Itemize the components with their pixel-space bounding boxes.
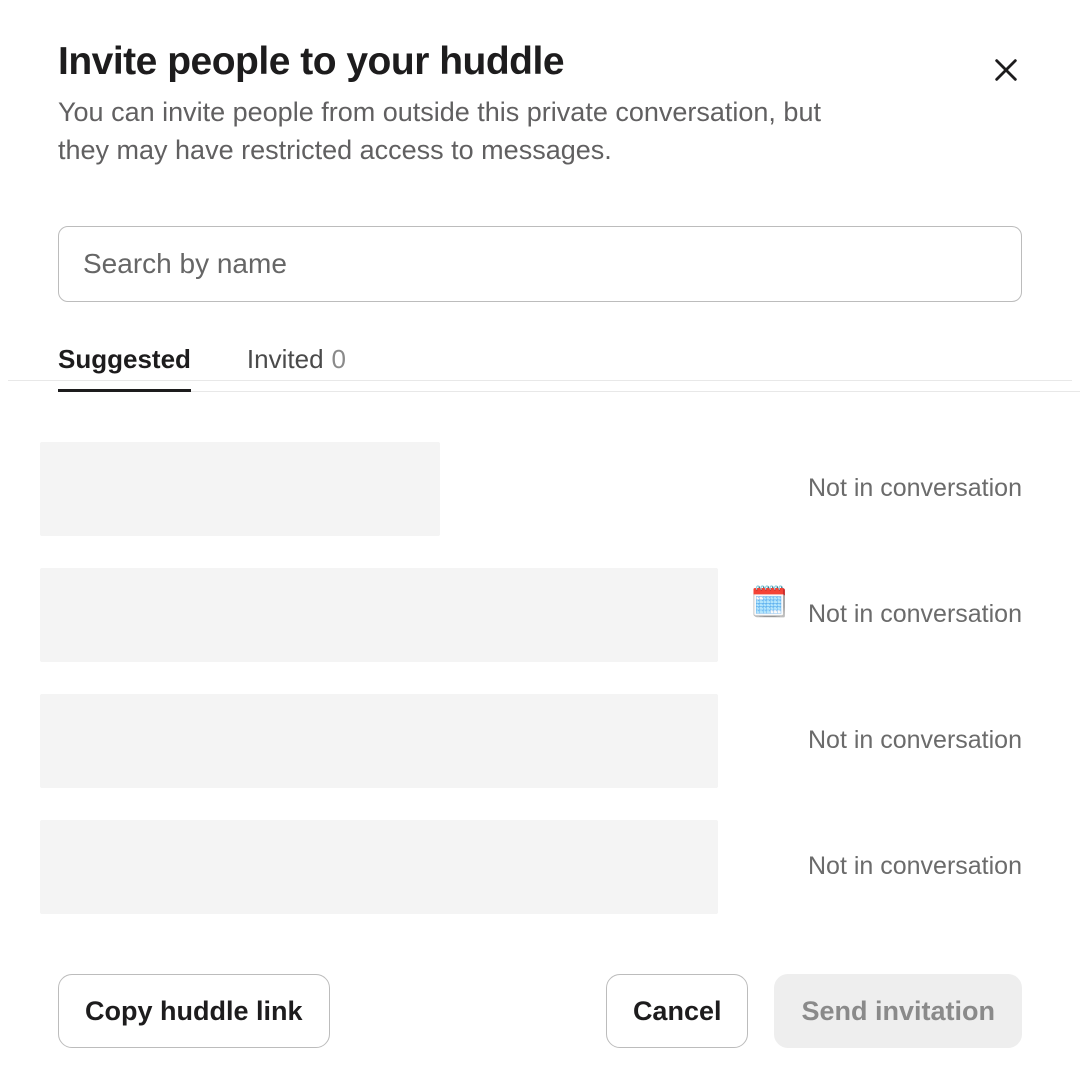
list-item-meta: 🗓️Not in conversation — [751, 600, 1022, 630]
modal-header: Invite people to your huddle You can inv… — [58, 40, 1022, 170]
tabs-divider — [8, 380, 1072, 381]
list-item-meta: Not in conversation — [808, 474, 1022, 503]
tab-suggested-label: Suggested — [58, 344, 191, 375]
send-invitation-button[interactable]: Send invitation — [774, 974, 1022, 1048]
tab-suggested[interactable]: Suggested — [58, 344, 191, 392]
list-item[interactable]: Not in conversation — [40, 820, 1022, 914]
search-wrap — [58, 226, 1022, 302]
list-item[interactable]: Not in conversation — [40, 442, 1022, 536]
search-input[interactable] — [58, 226, 1022, 302]
user-placeholder — [40, 694, 718, 788]
tab-invited-label: Invited — [247, 344, 324, 375]
list-item-status: Not in conversation — [808, 852, 1022, 881]
copy-huddle-link-button[interactable]: Copy huddle link — [58, 974, 330, 1048]
tab-invited-count: 0 — [332, 344, 346, 375]
spiral_calendar-icon: 🗓️ — [751, 588, 788, 618]
cancel-button[interactable]: Cancel — [606, 974, 749, 1048]
close-button[interactable] — [984, 48, 1028, 92]
invite-modal: Invite people to your huddle You can inv… — [0, 0, 1080, 1080]
user-placeholder — [40, 820, 718, 914]
suggestion-list: Not in conversation 🗓️ Not in conversation… — [40, 442, 1022, 914]
list-item[interactable]: Not in conversation — [40, 694, 1022, 788]
tabs: Suggested Invited 0 — [58, 344, 1080, 392]
list-item-status: Not in conversation — [808, 600, 1022, 629]
list-item-meta: Not in conversation — [808, 852, 1022, 881]
modal-subtitle: You can invite people from outside this … — [58, 94, 838, 170]
close-icon — [992, 56, 1020, 84]
tab-invited[interactable]: Invited 0 — [247, 344, 346, 391]
user-placeholder — [40, 442, 440, 536]
modal-title: Invite people to your huddle — [58, 40, 838, 84]
list-item-status: Not in conversation — [808, 726, 1022, 755]
footer-right: Cancel Send invitation — [606, 974, 1022, 1048]
modal-footer: Copy huddle link Cancel Send invitation — [58, 974, 1022, 1048]
user-placeholder — [40, 568, 718, 662]
modal-header-text: Invite people to your huddle You can inv… — [58, 40, 838, 170]
list-item[interactable]: 🗓️ Not in conversation — [40, 568, 1022, 662]
list-item-status: Not in conversation — [808, 474, 1022, 503]
list-item-meta: Not in conversation — [808, 726, 1022, 755]
